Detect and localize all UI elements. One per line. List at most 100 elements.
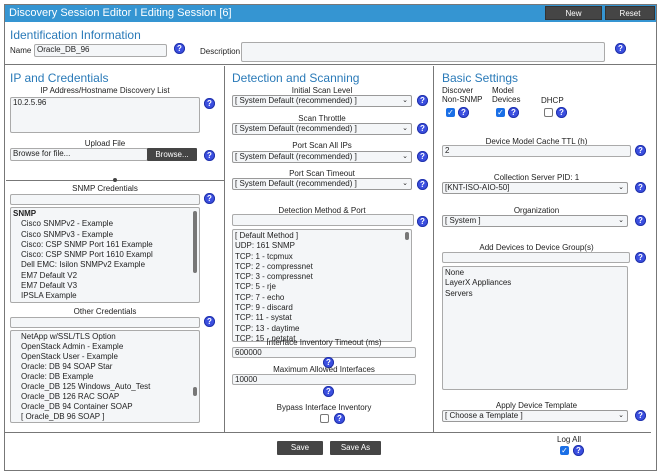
label-line: Model (492, 86, 514, 95)
list-item[interactable]: Oracle: DB 94 SOAP Star (11, 362, 199, 372)
help-icon[interactable]: ? (508, 107, 519, 118)
chevron-down-icon: ⌄ (618, 217, 624, 224)
help-icon[interactable]: ? (615, 43, 626, 54)
list-item[interactable]: Servers (443, 289, 627, 299)
description-input[interactable] (241, 42, 605, 62)
detection-method-filter[interactable] (232, 214, 414, 226)
device-template-label: Apply Device Template (495, 401, 578, 410)
snmp-filter-input[interactable] (10, 194, 200, 205)
device-template-select[interactable]: [ Choose a Template ] ⌄ (442, 410, 628, 422)
scrollbar[interactable] (193, 387, 197, 396)
log-all-checkbox[interactable]: ✓ (560, 446, 569, 455)
scrollbar[interactable] (193, 211, 197, 273)
organization-label: Organization (513, 206, 560, 215)
help-icon[interactable]: ? (417, 151, 428, 162)
device-group-label: Add Devices to Device Group(s) (479, 243, 594, 252)
help-icon[interactable]: ? (573, 445, 584, 456)
help-icon[interactable]: ? (635, 252, 646, 263)
browse-button[interactable]: Browse... (147, 148, 197, 161)
detection-method-list[interactable]: [ Default Method ] UDP: 161 SNMP TCP: 1 … (232, 229, 412, 342)
selected-value: [ System ] (445, 216, 481, 225)
list-item[interactable]: Cisco: CSP SNMP Port 1610 Exampl (11, 250, 199, 260)
save-as-button[interactable]: Save As (330, 441, 381, 455)
divider (433, 66, 434, 432)
dhcp-checkbox[interactable] (544, 108, 553, 117)
list-item[interactable]: TCP: 13 - daytime (233, 324, 411, 334)
help-icon[interactable]: ? (417, 123, 428, 134)
list-item[interactable]: Cisco SNMPv3 - Example (11, 230, 199, 240)
list-item[interactable]: TCP: 7 - echo (233, 293, 411, 303)
interface-timeout-input[interactable]: 600000 (232, 347, 416, 358)
list-item[interactable]: TCP: 1 - tcpmux (233, 252, 411, 262)
help-icon[interactable]: ? (204, 193, 215, 204)
list-item[interactable]: IPSLA Example (11, 291, 199, 301)
new-button[interactable]: New (545, 6, 602, 20)
list-item[interactable]: TCP: 11 - systat (233, 313, 411, 323)
list-item[interactable]: [ Default Method ] (233, 231, 411, 241)
help-icon[interactable]: ? (417, 179, 428, 190)
other-credentials-list[interactable]: NetApp w/SSL/TLS Option OpenStack Admin … (10, 330, 200, 423)
list-item[interactable]: TCP: 5 - rje (233, 282, 411, 292)
cache-ttl-input[interactable]: 2 (442, 145, 631, 157)
list-item[interactable]: Cisco: CSP SNMP Port 161 Example (11, 240, 199, 250)
scan-throttle-select[interactable]: [ System Default (recommended) ] ⌄ (232, 123, 412, 135)
help-icon[interactable]: ? (417, 95, 428, 106)
list-item[interactable]: TCP: 9 - discard (233, 303, 411, 313)
organization-select[interactable]: [ System ] ⌄ (442, 215, 628, 227)
initial-scan-select[interactable]: [ System Default (recommended) ] ⌄ (232, 95, 412, 107)
selected-value: [KNT-ISO-AIO-50] (445, 183, 510, 192)
bypass-inventory-checkbox[interactable] (320, 414, 329, 423)
help-icon[interactable]: ? (204, 98, 215, 109)
device-group-filter[interactable] (442, 252, 630, 263)
list-item[interactable]: EM7 Default V2 (11, 271, 199, 281)
port-scan-timeout-label: Port Scan Timeout (289, 169, 355, 178)
collection-server-select[interactable]: [KNT-ISO-AIO-50] ⌄ (442, 182, 628, 194)
discovery-list-input[interactable]: 10.2.5.96 (10, 97, 200, 133)
other-filter-input[interactable] (10, 317, 200, 328)
list-item[interactable]: [ Oracle_DB 96 SOAP ] (11, 412, 199, 422)
help-icon[interactable]: ? (635, 410, 646, 421)
list-item[interactable]: Dell EMC: Isilon SNMPv2 Example (11, 260, 199, 270)
model-devices-label: Model Devices (492, 86, 520, 104)
list-item[interactable]: Oracle_DB 126 RAC SOAP (11, 392, 199, 402)
snmp-credentials-list[interactable]: SNMP Cisco SNMPv2 - Example Cisco SNMPv3… (10, 207, 200, 303)
help-icon[interactable]: ? (174, 43, 185, 54)
list-item[interactable]: EM7 Default V3 (11, 281, 199, 291)
port-scan-all-select[interactable]: [ System Default (recommended) ] ⌄ (232, 151, 412, 163)
upload-file-input[interactable]: Browse for file... (10, 148, 148, 161)
name-input[interactable]: Oracle_DB_96 (34, 44, 167, 57)
discover-non-snmp-checkbox[interactable]: ✓ (446, 108, 455, 117)
help-icon[interactable]: ? (417, 216, 428, 227)
help-icon[interactable]: ? (204, 316, 215, 327)
port-scan-timeout-select[interactable]: [ System Default (recommended) ] ⌄ (232, 178, 412, 190)
list-item[interactable]: TCP: 3 - compressnet (233, 272, 411, 282)
list-item[interactable]: OpenStack User - Example (11, 352, 199, 362)
list-item[interactable]: UDP: 161 SNMP (233, 241, 411, 251)
save-button[interactable]: Save (277, 441, 323, 455)
help-icon[interactable]: ? (334, 413, 345, 424)
help-icon[interactable]: ? (458, 107, 469, 118)
help-icon[interactable]: ? (556, 107, 567, 118)
list-item[interactable]: LayerX Appliances (443, 278, 627, 288)
list-item[interactable]: TCP: 2 - compressnet (233, 262, 411, 272)
scrollbar[interactable] (405, 232, 409, 240)
list-item[interactable]: OpenStack Admin - Example (11, 342, 199, 352)
list-item[interactable]: Oracle_DB 94 Container SOAP (11, 402, 199, 412)
help-icon[interactable]: ? (323, 386, 334, 397)
list-item[interactable]: Cisco SNMPv2 - Example (11, 219, 199, 229)
help-icon[interactable]: ? (635, 145, 646, 156)
list-item[interactable]: NetApp w/SSL/TLS Option (11, 332, 199, 342)
device-group-list[interactable]: None LayerX Appliances Servers (442, 266, 628, 390)
help-icon[interactable]: ? (635, 182, 646, 193)
list-item[interactable]: Oracle: DB Example (11, 372, 199, 382)
resize-handle-icon[interactable] (113, 178, 117, 182)
reset-button[interactable]: Reset (605, 6, 655, 20)
chevron-down-icon: ⌄ (618, 184, 624, 191)
help-icon[interactable]: ? (204, 150, 215, 161)
max-interfaces-input[interactable]: 10000 (232, 374, 416, 385)
model-devices-checkbox[interactable]: ✓ (496, 108, 505, 117)
port-scan-all-label: Port Scan All IPs (292, 141, 352, 150)
list-item[interactable]: None (443, 268, 627, 278)
help-icon[interactable]: ? (635, 215, 646, 226)
list-item[interactable]: Oracle_DB 125 Windows_Auto_Test (11, 382, 199, 392)
